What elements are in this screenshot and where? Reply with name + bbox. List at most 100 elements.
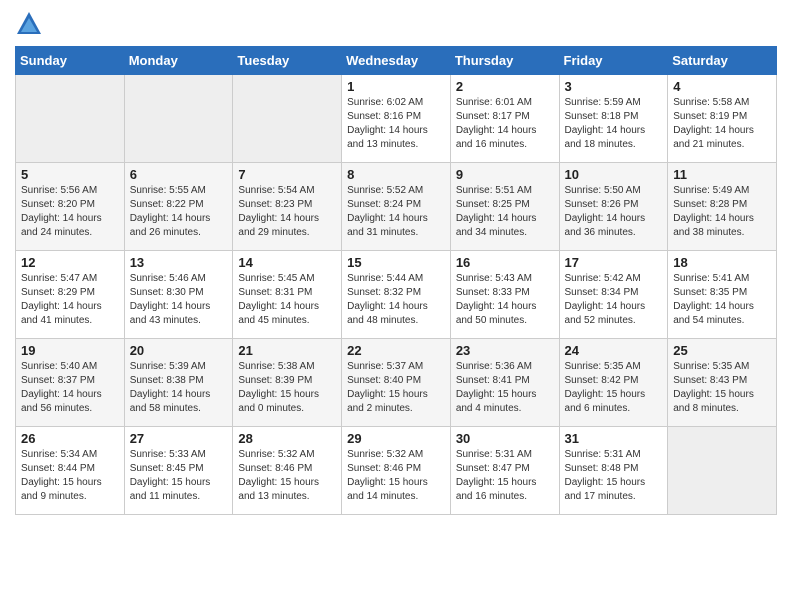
day-header-monday: Monday bbox=[124, 47, 233, 75]
calendar-cell: 18Sunrise: 5:41 AM Sunset: 8:35 PM Dayli… bbox=[668, 251, 777, 339]
day-number: 5 bbox=[21, 167, 119, 182]
calendar-cell: 31 Sunrise: 5:31 AM Sunset: 8:48 PM Dayli… bbox=[559, 427, 668, 515]
calendar-cell: 21 Sunrise: 5:38 AM Sunset: 8:39 PM Dayli… bbox=[233, 339, 342, 427]
day-number: 22 bbox=[347, 343, 445, 358]
day-info: Sunrise: 5:40 AM Sunset: 8:37 PM Dayligh… bbox=[21, 360, 119, 416]
calendar-cell bbox=[124, 75, 233, 163]
calendar-cell: 24 Sunrise: 5:35 AM Sunset: 8:42 PM Dayli… bbox=[559, 339, 668, 427]
week-row-1: 1Sunrise: 6:02 AM Sunset: 8:16 PM Daylig… bbox=[16, 75, 777, 163]
week-row-4: 19 Sunrise: 5:40 AM Sunset: 8:37 PM Dayli… bbox=[16, 339, 777, 427]
day-number: 26 bbox=[21, 431, 119, 446]
day-number: 21 bbox=[238, 343, 336, 358]
calendar-cell: 12 Sunrise: 5:47 AM Sunset: 8:29 PM Dayli… bbox=[16, 251, 125, 339]
day-info: Sunrise: 5:43 AM Sunset: 8:33 PM Dayligh… bbox=[456, 272, 554, 328]
day-info: Sunrise: 5:50 AM Sunset: 8:26 PM Dayligh… bbox=[565, 184, 663, 240]
calendar-cell: 15Sunrise: 5:44 AM Sunset: 8:32 PM Dayli… bbox=[342, 251, 451, 339]
day-info: Sunrise: 5:38 AM Sunset: 8:39 PM Dayligh… bbox=[238, 360, 336, 416]
day-number: 4 bbox=[673, 79, 771, 94]
day-number: 23 bbox=[456, 343, 554, 358]
logo bbox=[15, 10, 47, 38]
calendar-cell: 2 Sunrise: 6:01 AM Sunset: 8:17 PM Daylig… bbox=[450, 75, 559, 163]
calendar-cell: 8 Sunrise: 5:52 AM Sunset: 8:24 PM Daylig… bbox=[342, 163, 451, 251]
calendar-cell: 6Sunrise: 5:55 AM Sunset: 8:22 PM Daylig… bbox=[124, 163, 233, 251]
day-info: Sunrise: 5:32 AM Sunset: 8:46 PM Dayligh… bbox=[347, 448, 445, 504]
day-number: 8 bbox=[347, 167, 445, 182]
day-header-friday: Friday bbox=[559, 47, 668, 75]
calendar-cell: 11Sunrise: 5:49 AM Sunset: 8:28 PM Dayli… bbox=[668, 163, 777, 251]
day-number: 25 bbox=[673, 343, 771, 358]
calendar-cell bbox=[233, 75, 342, 163]
day-number: 30 bbox=[456, 431, 554, 446]
day-info: Sunrise: 5:51 AM Sunset: 8:25 PM Dayligh… bbox=[456, 184, 554, 240]
calendar-cell bbox=[16, 75, 125, 163]
day-number: 24 bbox=[565, 343, 663, 358]
calendar-header-row: SundayMondayTuesdayWednesdayThursdayFrid… bbox=[16, 47, 777, 75]
day-number: 7 bbox=[238, 167, 336, 182]
calendar-cell: 4Sunrise: 5:58 AM Sunset: 8:19 PM Daylig… bbox=[668, 75, 777, 163]
day-header-sunday: Sunday bbox=[16, 47, 125, 75]
day-number: 16 bbox=[456, 255, 554, 270]
calendar-cell: 23 Sunrise: 5:36 AM Sunset: 8:41 PM Dayli… bbox=[450, 339, 559, 427]
calendar-cell: 13 Sunrise: 5:46 AM Sunset: 8:30 PM Dayli… bbox=[124, 251, 233, 339]
day-number: 2 bbox=[456, 79, 554, 94]
day-header-thursday: Thursday bbox=[450, 47, 559, 75]
day-info: Sunrise: 6:01 AM Sunset: 8:17 PM Dayligh… bbox=[456, 96, 554, 152]
day-number: 19 bbox=[21, 343, 119, 358]
calendar-cell: 7 Sunrise: 5:54 AM Sunset: 8:23 PM Daylig… bbox=[233, 163, 342, 251]
calendar-cell: 20 Sunrise: 5:39 AM Sunset: 8:38 PM Dayli… bbox=[124, 339, 233, 427]
day-info: Sunrise: 5:45 AM Sunset: 8:31 PM Dayligh… bbox=[238, 272, 336, 328]
calendar-cell: 1Sunrise: 6:02 AM Sunset: 8:16 PM Daylig… bbox=[342, 75, 451, 163]
calendar-cell: 27Sunrise: 5:33 AM Sunset: 8:45 PM Dayli… bbox=[124, 427, 233, 515]
day-number: 12 bbox=[21, 255, 119, 270]
day-number: 13 bbox=[130, 255, 228, 270]
day-header-wednesday: Wednesday bbox=[342, 47, 451, 75]
calendar-cell: 3 Sunrise: 5:59 AM Sunset: 8:18 PM Daylig… bbox=[559, 75, 668, 163]
calendar-cell: 9 Sunrise: 5:51 AM Sunset: 8:25 PM Daylig… bbox=[450, 163, 559, 251]
day-number: 27 bbox=[130, 431, 228, 446]
day-header-tuesday: Tuesday bbox=[233, 47, 342, 75]
day-header-saturday: Saturday bbox=[668, 47, 777, 75]
calendar-cell: 30Sunrise: 5:31 AM Sunset: 8:47 PM Dayli… bbox=[450, 427, 559, 515]
week-row-2: 5 Sunrise: 5:56 AM Sunset: 8:20 PM Daylig… bbox=[16, 163, 777, 251]
day-number: 31 bbox=[565, 431, 663, 446]
calendar-cell: 29 Sunrise: 5:32 AM Sunset: 8:46 PM Dayli… bbox=[342, 427, 451, 515]
day-info: Sunrise: 5:55 AM Sunset: 8:22 PM Dayligh… bbox=[130, 184, 228, 240]
day-info: Sunrise: 5:54 AM Sunset: 8:23 PM Dayligh… bbox=[238, 184, 336, 240]
day-info: Sunrise: 5:44 AM Sunset: 8:32 PM Dayligh… bbox=[347, 272, 445, 328]
day-number: 18 bbox=[673, 255, 771, 270]
calendar-cell: 16 Sunrise: 5:43 AM Sunset: 8:33 PM Dayli… bbox=[450, 251, 559, 339]
day-info: Sunrise: 5:35 AM Sunset: 8:42 PM Dayligh… bbox=[565, 360, 663, 416]
calendar-cell: 14 Sunrise: 5:45 AM Sunset: 8:31 PM Dayli… bbox=[233, 251, 342, 339]
day-info: Sunrise: 5:59 AM Sunset: 8:18 PM Dayligh… bbox=[565, 96, 663, 152]
day-info: Sunrise: 5:39 AM Sunset: 8:38 PM Dayligh… bbox=[130, 360, 228, 416]
day-info: Sunrise: 5:34 AM Sunset: 8:44 PM Dayligh… bbox=[21, 448, 119, 504]
calendar-cell: 17Sunrise: 5:42 AM Sunset: 8:34 PM Dayli… bbox=[559, 251, 668, 339]
day-number: 28 bbox=[238, 431, 336, 446]
calendar-cell: 28 Sunrise: 5:32 AM Sunset: 8:46 PM Dayli… bbox=[233, 427, 342, 515]
day-info: Sunrise: 5:52 AM Sunset: 8:24 PM Dayligh… bbox=[347, 184, 445, 240]
day-number: 11 bbox=[673, 167, 771, 182]
calendar-cell: 22Sunrise: 5:37 AM Sunset: 8:40 PM Dayli… bbox=[342, 339, 451, 427]
calendar-cell: 19 Sunrise: 5:40 AM Sunset: 8:37 PM Dayli… bbox=[16, 339, 125, 427]
day-info: Sunrise: 5:36 AM Sunset: 8:41 PM Dayligh… bbox=[456, 360, 554, 416]
day-info: Sunrise: 5:47 AM Sunset: 8:29 PM Dayligh… bbox=[21, 272, 119, 328]
calendar-cell: 10 Sunrise: 5:50 AM Sunset: 8:26 PM Dayli… bbox=[559, 163, 668, 251]
day-info: Sunrise: 5:31 AM Sunset: 8:48 PM Dayligh… bbox=[565, 448, 663, 504]
day-number: 29 bbox=[347, 431, 445, 446]
calendar-cell: 26 Sunrise: 5:34 AM Sunset: 8:44 PM Dayli… bbox=[16, 427, 125, 515]
day-info: Sunrise: 5:42 AM Sunset: 8:34 PM Dayligh… bbox=[565, 272, 663, 328]
page-header bbox=[15, 10, 777, 38]
day-info: Sunrise: 5:46 AM Sunset: 8:30 PM Dayligh… bbox=[130, 272, 228, 328]
calendar-cell: 5 Sunrise: 5:56 AM Sunset: 8:20 PM Daylig… bbox=[16, 163, 125, 251]
day-number: 9 bbox=[456, 167, 554, 182]
logo-icon bbox=[15, 10, 43, 38]
day-number: 14 bbox=[238, 255, 336, 270]
calendar-table: SundayMondayTuesdayWednesdayThursdayFrid… bbox=[15, 46, 777, 515]
day-number: 10 bbox=[565, 167, 663, 182]
day-number: 20 bbox=[130, 343, 228, 358]
day-info: Sunrise: 5:35 AM Sunset: 8:43 PM Dayligh… bbox=[673, 360, 771, 416]
day-info: Sunrise: 5:32 AM Sunset: 8:46 PM Dayligh… bbox=[238, 448, 336, 504]
day-number: 1 bbox=[347, 79, 445, 94]
day-number: 3 bbox=[565, 79, 663, 94]
day-info: Sunrise: 5:56 AM Sunset: 8:20 PM Dayligh… bbox=[21, 184, 119, 240]
